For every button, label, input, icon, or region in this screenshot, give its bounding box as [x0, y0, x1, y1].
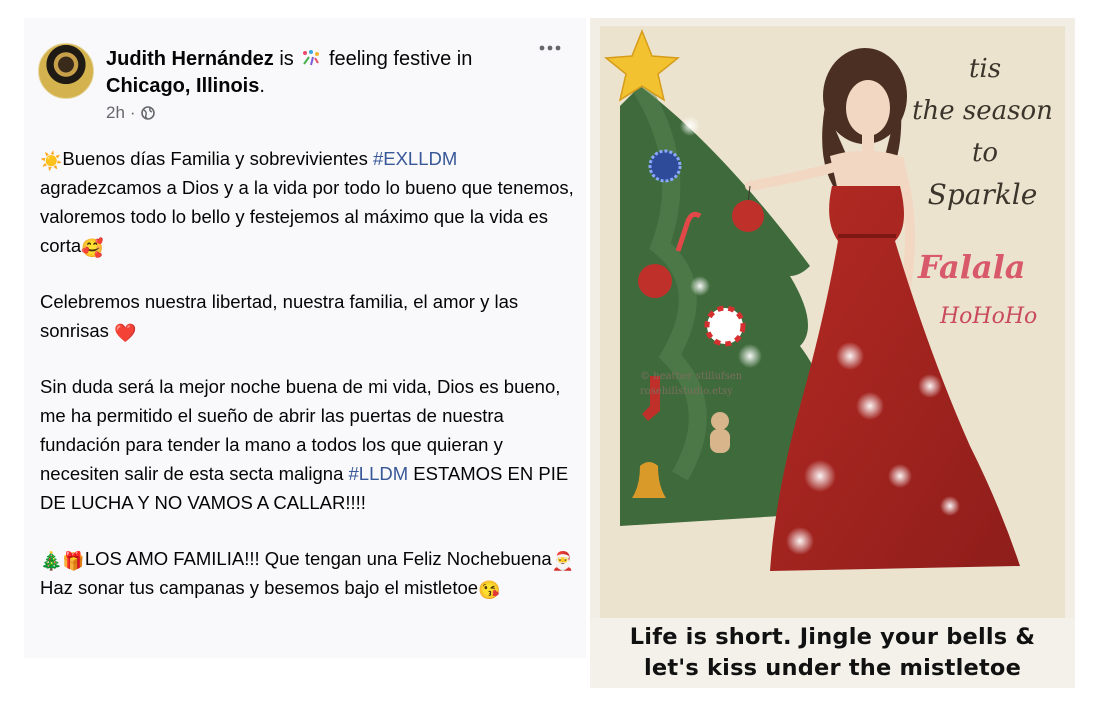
- caption-line-1: Life is short. Jingle your bells &: [629, 624, 1036, 650]
- post-paragraph-4: 🎄🎁LOS AMO FAMILIA!!! Que tengan una Feli…: [40, 544, 575, 602]
- illustration: tis the season to Sparkle Falala HoHoHo …: [600, 26, 1065, 618]
- location-link[interactable]: Chicago, Illinois: [106, 75, 259, 97]
- watermark-line-2: rosehillstudio.etsy: [640, 386, 733, 397]
- more-horizontal-icon: [539, 45, 561, 51]
- falala-text: Falala: [918, 248, 1026, 286]
- post-paragraph-3: Sin duda será la mejor noche buena de mi…: [40, 372, 575, 517]
- paragraph-text: agradezcamos a Dios y a la vida por todo…: [40, 177, 574, 256]
- smiling-hearts-emoji: 🥰: [81, 238, 104, 258]
- red-gown: [770, 186, 1020, 571]
- post-paragraph-2: Celebremos nuestra libertad, nuestra fam…: [40, 287, 575, 345]
- paragraph-text: Celebremos nuestra libertad, nuestra fam…: [40, 291, 519, 341]
- hashtag-exlldm[interactable]: #EXLLDM: [373, 148, 457, 169]
- script-sparkle: Sparkle: [927, 178, 1038, 211]
- post-header: Judith Hernández is feeling festive in C…: [38, 40, 572, 130]
- avatar[interactable]: [38, 43, 94, 99]
- candy-ornament: [704, 305, 746, 347]
- christmas-tree-emoji: 🎄: [40, 551, 63, 571]
- image-caption: Life is short. Jingle your bells & let's…: [590, 618, 1075, 688]
- is-text: is: [279, 48, 294, 70]
- facebook-post: Judith Hernández is feeling festive in C…: [24, 18, 586, 658]
- hashtag-lldm[interactable]: #LLDM: [349, 463, 409, 484]
- paragraph-text: LOS AMO FAMILIA!!! Que tengan una Feliz …: [84, 548, 552, 569]
- post-body: ☀️Buenos días Familia y sobrevivientes #…: [40, 144, 575, 629]
- confetti-icon: [303, 50, 320, 66]
- santa-emoji: 🎅: [551, 551, 575, 571]
- script-the-season: the season: [912, 96, 1053, 126]
- post-time[interactable]: 2h: [106, 103, 125, 123]
- post-meta: 2h ·: [106, 103, 155, 123]
- feeling-text: feeling festive in: [328, 48, 473, 70]
- script-to: to: [971, 138, 999, 168]
- post-paragraph-1: ☀️Buenos días Familia y sobrevivientes #…: [40, 144, 575, 260]
- red-heart-emoji: ❤️: [114, 323, 137, 343]
- post-header-text: Judith Hernández is feeling festive in C…: [106, 46, 546, 100]
- paragraph-text: Haz sonar tus campanas y besemos bajo el…: [40, 577, 479, 598]
- gift-emoji: 🎁: [62, 551, 85, 571]
- script-tis: tis: [968, 54, 1002, 84]
- more-options-button[interactable]: [532, 38, 568, 62]
- post-image[interactable]: tis the season to Sparkle Falala HoHoHo …: [590, 18, 1075, 688]
- hanging-ornament: [732, 200, 764, 232]
- location-suffix: .: [259, 75, 265, 97]
- hohoho-text: HoHoHo: [940, 304, 1038, 329]
- author-name[interactable]: Judith Hernández: [106, 48, 274, 70]
- blue-ornament: [648, 149, 682, 183]
- caption-line-2: let's kiss under the mistletoe: [643, 655, 1022, 681]
- meta-separator: ·: [129, 103, 136, 122]
- watermark-line-1: © heather stillufsen: [640, 371, 743, 382]
- kiss-emoji: 😘: [478, 580, 501, 600]
- sun-emoji: ☀️: [40, 151, 63, 171]
- paragraph-text: Buenos días Familia y sobrevivientes: [62, 148, 373, 169]
- red-ornament: [638, 264, 672, 298]
- globe-icon[interactable]: [140, 106, 155, 120]
